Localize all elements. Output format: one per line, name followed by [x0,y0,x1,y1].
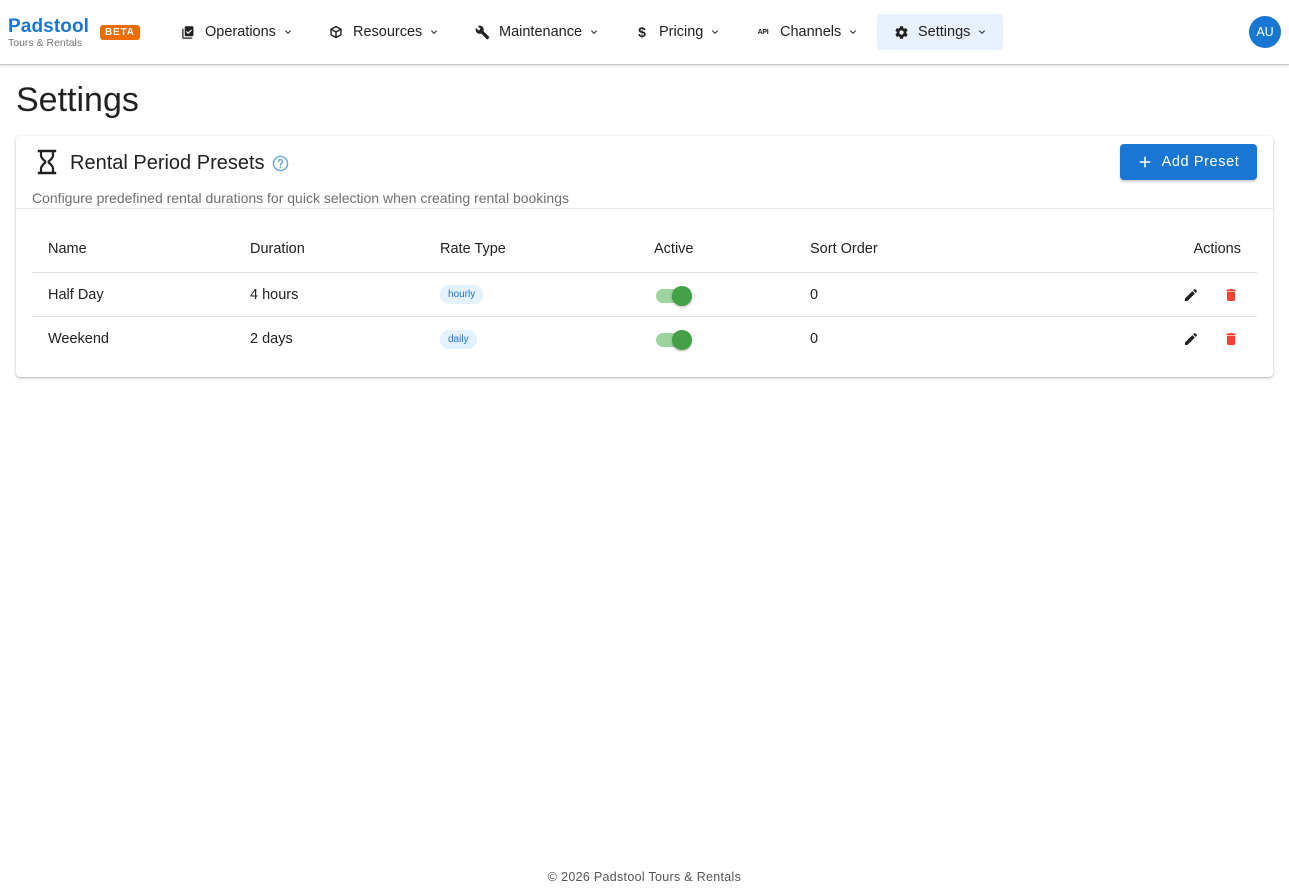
header-actions: Actions [1193,240,1241,257]
cell-name: Half Day [48,286,104,303]
header-name[interactable]: Name [48,228,87,269]
presets-table: Name Duration Rate Type Active Sort Orde… [32,228,1257,361]
user-avatar[interactable]: AU [1249,16,1281,48]
plus-icon [1138,155,1152,169]
chevron-down-icon [976,26,988,38]
card-title: Rental Period Presets [70,152,265,174]
nav-operations-label: Operations [205,24,276,40]
edit-icon[interactable] [1181,285,1201,305]
cube-icon [328,24,344,40]
cell-name: Weekend [48,331,109,347]
table-row[interactable]: Weekend 2 days daily 0 [32,317,1257,361]
chevron-down-icon [847,26,859,38]
wrench-icon [474,24,490,40]
chevron-down-icon [428,26,440,38]
cell-sort-order: 0 [810,286,819,303]
nav-maintenance-label: Maintenance [499,24,583,40]
nav-pricing-label: Pricing [659,24,704,40]
api-icon: API [757,28,769,36]
add-preset-button[interactable]: Add Preset [1120,144,1257,180]
chevron-down-icon [588,26,600,38]
active-toggle[interactable] [654,285,694,306]
chevron-down-icon [709,26,721,38]
nav-channels[interactable]: API Channels [745,14,869,50]
card-subtitle: Configure predefined rental durations fo… [32,190,569,206]
cell-duration: 4 hours [250,286,299,303]
clipboard-check-icon [180,24,196,40]
rate-type-chip: daily [440,329,477,349]
nav-resources-label: Resources [353,24,423,40]
help-icon[interactable] [272,155,289,177]
cell-rate-type: daily [440,317,477,361]
cell-rate-type: hourly [440,273,484,316]
toggle-thumb [672,285,692,306]
toggle-thumb [672,330,692,350]
cell-actions [1181,317,1241,361]
nav-channels-label: Channels [780,24,842,40]
gear-icon [893,24,909,40]
header-duration[interactable]: Duration [250,228,305,269]
active-toggle[interactable] [654,329,694,350]
top-app-bar: Padstool Tours & Rentals BETA Operations… [0,0,1289,65]
table-header-row: Name Duration Rate Type Active Sort Orde… [32,228,1257,273]
footer-copyright: © 2026 Padstool Tours & Rentals [547,870,742,884]
rental-period-presets-card: Rental Period Presets Configure predefin… [16,136,1273,377]
hourglass-icon [36,149,58,180]
cell-active [654,273,694,316]
cell-actions [1181,273,1241,316]
nav-settings[interactable]: Settings [877,14,1003,50]
nav-operations[interactable]: Operations [170,14,304,50]
header-sort-order[interactable]: Sort Order [810,228,878,269]
brand-subtitle: Tours & Rentals [8,37,83,49]
delete-icon[interactable] [1221,285,1241,305]
rate-type-chip: hourly [440,285,484,304]
edit-icon[interactable] [1181,329,1201,349]
header-active[interactable]: Active [654,228,694,269]
cell-sort-order: 0 [810,331,819,347]
nav-maintenance[interactable]: Maintenance [464,14,610,50]
nav-resources[interactable]: Resources [318,14,450,50]
nav-pricing[interactable]: $ Pricing [624,14,731,50]
table-row[interactable]: Half Day 4 hours hourly 0 [32,273,1257,317]
cell-duration: 2 days [250,331,293,347]
add-preset-label: Add Preset [1161,154,1240,170]
brand-logo[interactable]: Padstool Tours & Rentals [8,16,90,50]
nav-settings-label: Settings [918,24,971,40]
cell-active [654,317,694,361]
dollar-icon: $ [638,24,646,40]
delete-icon[interactable] [1221,329,1241,349]
brand-name: Padstool [8,16,90,37]
header-rate-type[interactable]: Rate Type [440,228,506,269]
card-header: Rental Period Presets Configure predefin… [16,136,1273,209]
beta-badge: BETA [100,25,140,40]
chevron-down-icon [282,26,294,38]
page-title: Settings [16,81,139,119]
